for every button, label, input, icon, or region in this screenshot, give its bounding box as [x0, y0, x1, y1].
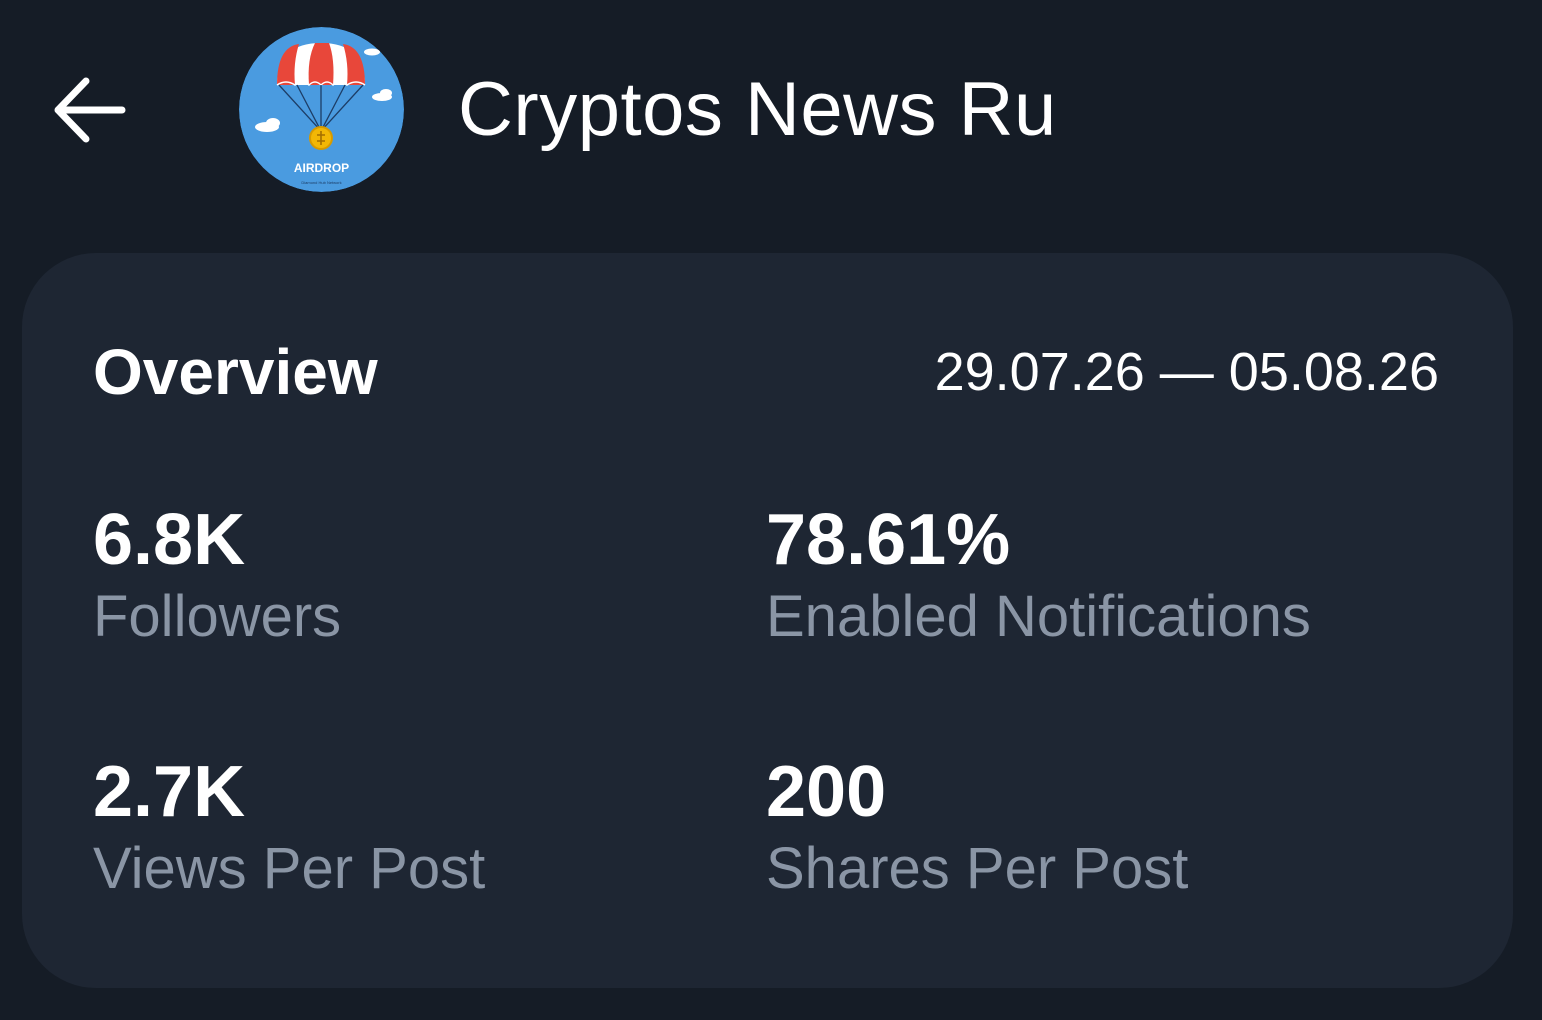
back-button[interactable]	[40, 62, 136, 158]
stat-enabled-notifications: 78.61% Enabled Notifications	[766, 498, 1311, 652]
airdrop-text: AIRDROP	[294, 161, 349, 175]
stat-value: 6.8K	[93, 500, 246, 580]
parachute-coin-icon: AIRDROP Diamond Hub Network	[239, 27, 404, 192]
channel-title[interactable]: Cryptos News Ru	[458, 62, 1057, 158]
overview-title: Overview	[93, 336, 378, 408]
stat-value: 2.7K	[93, 752, 246, 832]
stat-shares-per-post: 200 Shares Per Post	[766, 750, 1188, 904]
stat-value: 200	[766, 752, 887, 832]
stat-label: Views Per Post	[93, 836, 486, 901]
channel-avatar[interactable]: AIRDROP Diamond Hub Network	[239, 27, 404, 192]
date-range[interactable]: 29.07.26 — 05.08.26	[935, 339, 1439, 405]
arrow-left-icon	[54, 77, 126, 143]
app-header: AIRDROP Diamond Hub Network Cryptos News…	[0, 0, 1542, 220]
stat-label: Shares Per Post	[766, 836, 1189, 901]
stat-label: Enabled Notifications	[766, 584, 1311, 649]
stat-views-per-post: 2.7K Views Per Post	[93, 750, 485, 904]
stat-value: 78.61%	[766, 500, 1011, 580]
stat-label: Followers	[93, 584, 342, 649]
airdrop-subtext: Diamond Hub Network	[301, 180, 341, 185]
stat-followers: 6.8K Followers	[93, 498, 341, 652]
overview-card: Overview 29.07.26 — 05.08.26 6.8K Follow…	[22, 253, 1513, 988]
